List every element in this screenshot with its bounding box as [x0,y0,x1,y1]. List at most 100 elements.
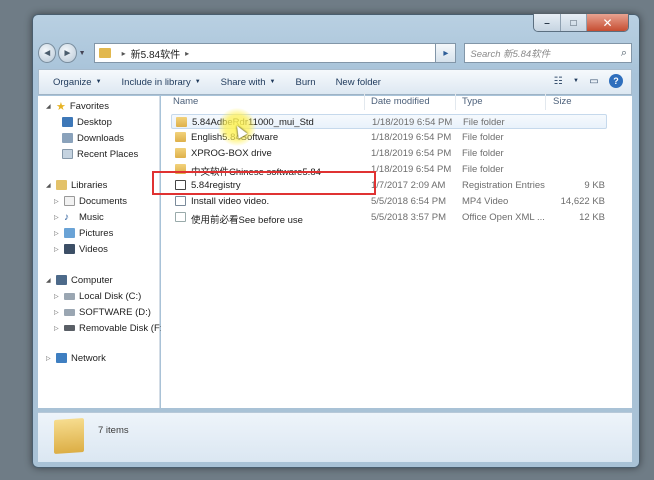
nav-label: Network [71,352,106,364]
expand-arrow-icon[interactable]: ▷ [54,309,60,316]
nav-label: Downloads [77,132,124,144]
file-date: 1/7/2017 2:09 AM [371,180,446,191]
column-divider[interactable] [364,92,365,110]
star-icon: ★ [56,100,66,113]
expand-arrow-icon[interactable]: ▷ [46,355,52,362]
breadcrumb-separator-icon[interactable]: ▸ [185,49,189,58]
documents-icon [64,196,75,206]
document-file-icon [175,212,186,222]
column-divider[interactable] [545,92,546,110]
file-name: Install video video. [191,196,270,207]
breadcrumb-separator-icon[interactable]: ▸ [122,49,126,58]
nav-label: Recent Places [77,148,139,160]
column-header-date[interactable]: Date modified [371,96,430,107]
burn-button[interactable]: Burn [295,77,315,88]
pictures-icon [64,228,75,238]
change-view-icon[interactable]: ☷ [551,74,565,88]
file-type: File folder [462,132,504,143]
nav-desktop[interactable]: Desktop [62,115,112,129]
expand-arrow-icon[interactable]: ▷ [54,214,60,221]
nav-documents[interactable]: ▷ Documents [54,194,127,208]
nav-favorites[interactable]: ◢ ★ Favorites [46,99,109,113]
include-in-library-button[interactable]: Include in library ▼ [122,77,201,88]
back-button[interactable]: ◄ [38,43,57,63]
nav-downloads[interactable]: Downloads [62,131,124,145]
expand-arrow-icon[interactable]: ▷ [54,198,60,205]
nav-computer[interactable]: ◢ Computer [46,273,113,287]
recent-pages-dropdown[interactable]: ▼ [79,50,88,57]
forward-button[interactable]: ► [58,43,77,63]
column-header-size[interactable]: Size [553,96,571,107]
nav-pictures[interactable]: ▷ Pictures [54,226,113,240]
breadcrumb-current-folder[interactable]: 新5.84软件 [131,46,180,61]
expand-arrow-icon[interactable]: ▷ [54,293,60,300]
organize-button[interactable]: Organize ▼ [53,77,102,88]
removable-drive-icon [64,325,75,331]
libraries-icon [56,180,67,190]
column-header-type[interactable]: Type [462,96,483,107]
file-type: Registration Entries [462,180,545,191]
forward-arrow-icon: ► [62,47,73,59]
refresh-icon: ▸ [443,47,449,59]
file-name: 使用前必看See before use [191,215,303,226]
back-arrow-icon: ◄ [42,47,53,59]
nav-label: Computer [71,274,113,286]
file-type: File folder [462,164,504,175]
collapse-arrow-icon[interactable]: ◢ [46,103,52,110]
navigation-pane: ◢ ★ Favorites Desktop Downloads Recent P… [38,96,166,408]
include-in-library-label: Include in library [121,76,191,88]
address-refresh-button[interactable]: ▸ [436,43,457,63]
nav-label: Videos [79,243,108,255]
search-placeholder: Search 新5.84软件 [470,49,551,60]
preview-pane-icon[interactable]: ▭ [587,74,601,88]
expand-arrow-icon[interactable]: ▷ [54,325,60,332]
chevron-down-icon[interactable]: ▼ [573,78,579,84]
file-type: MP4 Video [462,196,509,207]
nav-software-d[interactable]: ▷ SOFTWARE (D:) [54,305,151,319]
file-row[interactable]: Install video video. 5/5/2018 6:54 PM MP… [171,194,607,209]
nav-libraries[interactable]: ◢ Libraries [46,178,107,192]
network-icon [56,353,67,363]
command-bar: Organize ▼ Include in library ▼ Share wi… [38,69,632,95]
nav-network[interactable]: ▷ Network [46,351,106,365]
collapse-arrow-icon[interactable]: ◢ [46,277,52,284]
share-with-button[interactable]: Share with ▼ [221,77,276,88]
chevron-down-icon: ▼ [194,79,201,85]
nav-videos[interactable]: ▷ Videos [54,242,108,256]
nav-label: Local Disk (C:) [79,290,142,302]
nav-recent-places[interactable]: Recent Places [62,147,138,161]
nav-local-disk-c[interactable]: ▷ Local Disk (C:) [54,289,141,303]
drive-icon [64,292,75,300]
details-pane: 7 items [38,412,632,462]
new-folder-button[interactable]: New folder [336,77,381,88]
window-controls: – □ ✕ [533,14,629,32]
column-header-name[interactable]: Name [173,96,198,107]
folder-icon [176,117,187,127]
search-icon[interactable]: ⌕ [621,47,627,60]
file-row[interactable]: XPROG-BOX drive 1/18/2019 6:54 PM File f… [171,146,607,161]
file-date: 5/5/2018 6:54 PM [371,196,446,207]
address-bar[interactable]: ▸ 新5.84软件 ▸ [93,43,437,63]
collapse-arrow-icon[interactable]: ◢ [46,182,52,189]
file-type: Office Open XML ... [462,212,545,223]
nav-removable-f[interactable]: ▷ Removable Disk (F:) [54,321,166,335]
music-icon: ♪ [64,211,69,223]
expand-arrow-icon[interactable]: ▷ [54,246,60,253]
minimize-button[interactable]: – [534,14,560,31]
maximize-button[interactable]: □ [560,14,586,31]
file-date: 1/18/2019 6:54 PM [371,148,452,159]
help-icon[interactable]: ? [609,74,623,88]
file-name: XPROG-BOX drive [191,148,272,159]
column-divider[interactable] [455,92,456,110]
file-date: 1/18/2019 6:54 PM [371,164,452,175]
address-row: ◄ ► ▼ ▸ 新5.84软件 ▸ ▸ Search 新5.84软件 ⌕ [38,40,633,66]
nav-music[interactable]: ▷ ♪ Music [54,210,104,224]
video-file-icon [175,196,186,206]
nav-label: Pictures [79,227,114,239]
nav-label: SOFTWARE (D:) [79,306,151,318]
search-input[interactable]: Search 新5.84软件 ⌕ [464,43,633,63]
close-button[interactable]: ✕ [586,14,628,31]
file-row[interactable]: 使用前必看See before use 5/5/2018 3:57 PM Off… [171,210,607,226]
expand-arrow-icon[interactable]: ▷ [54,230,60,237]
file-date: 1/18/2019 6:54 PM [372,117,453,128]
